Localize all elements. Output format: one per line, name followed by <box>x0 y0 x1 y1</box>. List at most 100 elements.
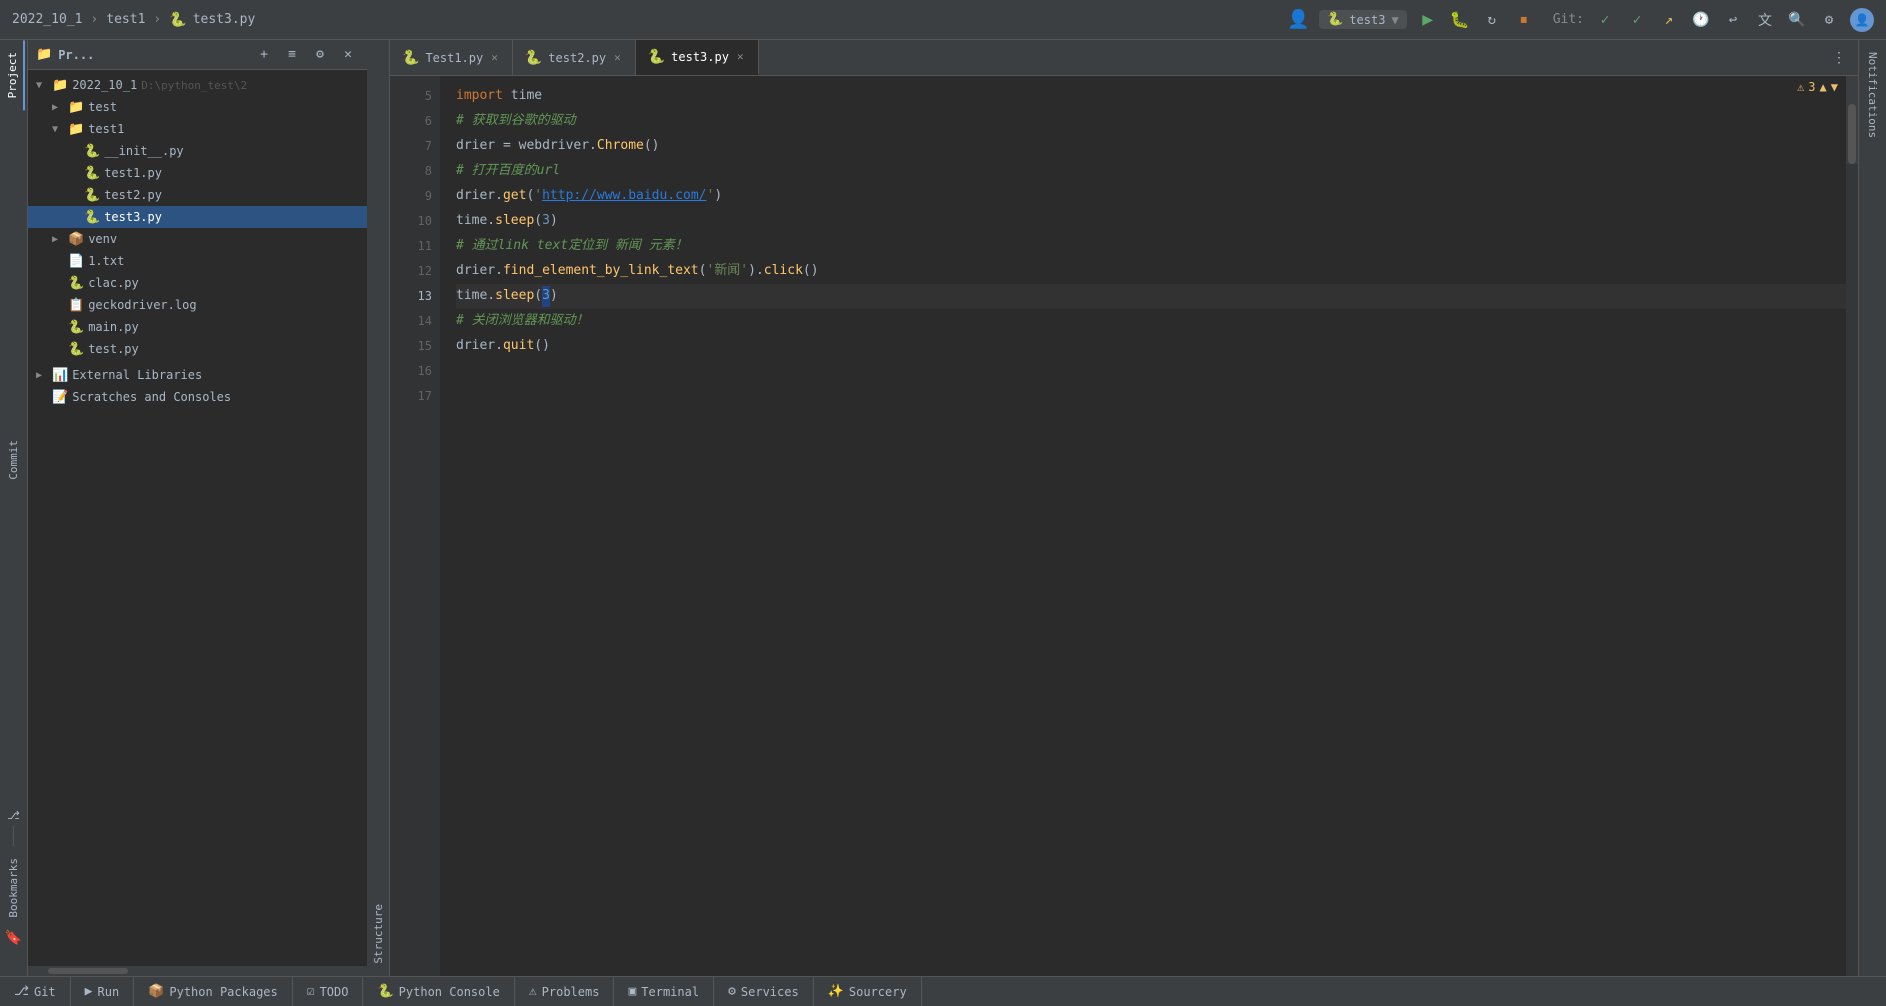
sidebar-tab-bookmarks[interactable]: Bookmarks <box>3 850 24 926</box>
bottom-tab-terminal[interactable]: ▣ Terminal <box>614 977 714 1006</box>
breadcrumb-part-1[interactable]: test1 <box>106 12 145 27</box>
editor-scrollbar[interactable] <box>1846 76 1858 976</box>
code-area[interactable]: import time # 获取到谷歌的驱动 drier = webdriver… <box>440 76 1846 976</box>
warning-down[interactable]: ▼ <box>1831 80 1838 94</box>
code-line-13: time.sleep(3) <box>456 284 1846 309</box>
tree-file-init[interactable]: 🐍 __init__.py <box>28 140 367 162</box>
project-panel-icon: 📁 <box>36 47 52 62</box>
code-line-16 <box>456 359 1846 384</box>
tree-file-test3py[interactable]: 🐍 test3.py <box>28 206 367 228</box>
tab-bar: 🐍 Test1.py ✕ 🐍 test2.py ✕ 🐍 test3.py ✕ ⋮ <box>390 40 1858 76</box>
tree-file-mainpy[interactable]: 🐍 main.py <box>28 316 367 338</box>
code-line-11: # 通过link text定位到 新闻 元素！ <box>456 234 1846 259</box>
user-avatar[interactable]: 👤 <box>1850 8 1874 32</box>
tab-test2py[interactable]: 🐍 test2.py ✕ <box>513 40 636 75</box>
run-button[interactable]: ▶ <box>1417 9 1439 31</box>
project-panel: 📁 Pr... + ≡ ⚙ ✕ ▼ 📁 2022_10_1 D:\python_… <box>28 40 368 976</box>
tree-folder-test1[interactable]: ▼ 📁 test1 <box>28 118 367 140</box>
run-config[interactable]: 🐍 test3 ▼ <box>1319 10 1407 29</box>
git-icon-left[interactable]: ⎇ <box>7 809 20 822</box>
tab-test3py[interactable]: 🐍 test3.py ✕ <box>636 40 759 75</box>
tab-bar-end: ⋮ <box>1828 40 1858 75</box>
python-packages-tab-icon: 📦 <box>148 984 164 999</box>
git-push[interactable]: ↗ <box>1658 9 1680 31</box>
tab-menu-button[interactable]: ⋮ <box>1828 47 1850 69</box>
run-tab-icon: ▶ <box>85 984 93 999</box>
code-line-6: # 获取到谷歌的驱动 <box>456 109 1846 134</box>
left-side-tabs: Project Commit ⎇ Bookmarks 🔖 <box>0 40 28 976</box>
sidebar-tab-commit[interactable]: Commit <box>3 428 24 492</box>
title-bar: 2022_10_1 › test1 › 🐍 test3.py 👤 🐍 test3… <box>0 0 1886 40</box>
git-timer[interactable]: 🕐 <box>1690 9 1712 31</box>
git-checkmark-2[interactable]: ✓ <box>1626 9 1648 31</box>
project-panel-title: Pr... <box>58 48 94 62</box>
title-bar-right: 👤 🐍 test3 ▼ ▶ 🐛 ↻ ⏹ Git: ✓ ✓ ↗ 🕐 ↩ 文 🔍 ⚙… <box>1287 8 1874 32</box>
bottom-tab-git[interactable]: ⎇ Git <box>0 977 71 1006</box>
sidebar-tab-notifications[interactable]: Notifications <box>1862 40 1883 150</box>
file-icon: 🐍 <box>169 12 186 28</box>
code-line-14: # 关闭浏览器和驱动！ <box>456 309 1846 334</box>
tree-external-libraries[interactable]: ▶ 📊 External Libraries <box>28 364 367 386</box>
code-line-17 <box>456 384 1846 409</box>
settings-tree-button[interactable]: ⚙ <box>309 44 331 66</box>
bottom-tab-python-console[interactable]: 🐍 Python Console <box>363 977 514 1006</box>
scrollbar-thumb[interactable] <box>1848 104 1856 164</box>
bottom-tab-services[interactable]: ⚙ Services <box>714 977 814 1006</box>
tab-icon-test1py: 🐍 <box>402 50 419 66</box>
tree-file-test2py[interactable]: 🐍 test2.py <box>28 184 367 206</box>
hide-panel-button[interactable]: ✕ <box>337 44 359 66</box>
main-layout: Project Commit ⎇ Bookmarks 🔖 📁 Pr... + ≡… <box>0 40 1886 976</box>
tab-icon-test3py: 🐍 <box>648 49 665 65</box>
stop-button[interactable]: ⏹ <box>1513 9 1535 31</box>
collapse-all-button[interactable]: ≡ <box>281 44 303 66</box>
tab-test1py[interactable]: 🐍 Test1.py ✕ <box>390 40 513 75</box>
tree-file-clacpy[interactable]: 🐍 clac.py <box>28 272 367 294</box>
tree-scratches[interactable]: 📝 Scratches and Consoles <box>28 386 367 408</box>
tree-folder-venv[interactable]: ▶ 📦 venv <box>28 228 367 250</box>
tree-file-test1py[interactable]: 🐍 test1.py <box>28 162 367 184</box>
tab-close-test1py[interactable]: ✕ <box>489 49 500 66</box>
bottom-tab-todo[interactable]: ☑ TODO <box>293 977 364 1006</box>
tree-root[interactable]: ▼ 📁 2022_10_1 D:\python_test\2 <box>28 74 367 96</box>
bottom-tab-sourcery[interactable]: ✨ Sourcery <box>814 977 922 1006</box>
bottom-tab-python-packages[interactable]: 📦 Python Packages <box>134 977 293 1006</box>
warning-count: 3 <box>1808 80 1815 94</box>
project-scrollbar[interactable] <box>28 966 367 976</box>
code-line-8: # 打开百度的url <box>456 159 1846 184</box>
undo-button[interactable]: ↩ <box>1722 9 1744 31</box>
breadcrumb-part-0[interactable]: 2022_10_1 <box>12 12 82 27</box>
bottom-tab-run[interactable]: ▶ Run <box>71 977 135 1006</box>
coverage-button[interactable]: ↻ <box>1481 9 1503 31</box>
profile-button[interactable]: 👤 <box>1287 9 1309 31</box>
right-side-tabs: Notifications <box>1858 40 1886 976</box>
code-line-12: drier.find_element_by_link_text('新闻').cl… <box>456 259 1846 284</box>
warning-bar[interactable]: ⚠ 3 ▲ ▼ <box>1789 76 1846 98</box>
warning-up[interactable]: ▲ <box>1820 80 1827 94</box>
code-line-15: drier.quit() <box>456 334 1846 359</box>
settings-button[interactable]: ⚙ <box>1818 9 1840 31</box>
tab-close-test3py[interactable]: ✕ <box>735 48 746 65</box>
structure-side: Structure <box>368 40 390 976</box>
tree-file-1txt[interactable]: 📄 1.txt <box>28 250 367 272</box>
sourcery-tab-icon: ✨ <box>828 984 844 999</box>
git-tab-icon: ⎇ <box>14 984 29 999</box>
tree-file-geckodriver[interactable]: 📋 geckodriver.log <box>28 294 367 316</box>
bookmark-icon[interactable]: 🔖 <box>5 930 22 946</box>
run-config-name: test3 <box>1349 13 1385 27</box>
tree-file-testpy[interactable]: 🐍 test.py <box>28 338 367 360</box>
bottom-tab-problems[interactable]: ⚠ Problems <box>515 977 615 1006</box>
code-line-7: drier = webdriver.Chrome() <box>456 134 1846 159</box>
debug-button[interactable]: 🐛 <box>1449 9 1471 31</box>
editor-area: 🐍 Test1.py ✕ 🐍 test2.py ✕ 🐍 test3.py ✕ ⋮ <box>390 40 1858 976</box>
search-button[interactable]: 🔍 <box>1786 9 1808 31</box>
new-file-button[interactable]: + <box>253 44 275 66</box>
translate-button[interactable]: 文 <box>1754 9 1776 31</box>
git-checkmark-1[interactable]: ✓ <box>1594 9 1616 31</box>
editor-content: ⚠ 3 ▲ ▼ 5 6 7 8 9 10 11 12 13 14 15 16 1… <box>390 76 1858 976</box>
tab-close-test2py[interactable]: ✕ <box>612 49 623 66</box>
tree-folder-test[interactable]: ▶ 📁 test <box>28 96 367 118</box>
sidebar-tab-structure[interactable]: Structure <box>368 892 389 976</box>
code-line-5: import time <box>456 84 1846 109</box>
breadcrumb-part-2[interactable]: test3.py <box>193 12 256 27</box>
sidebar-tab-project[interactable]: Project <box>2 40 25 110</box>
